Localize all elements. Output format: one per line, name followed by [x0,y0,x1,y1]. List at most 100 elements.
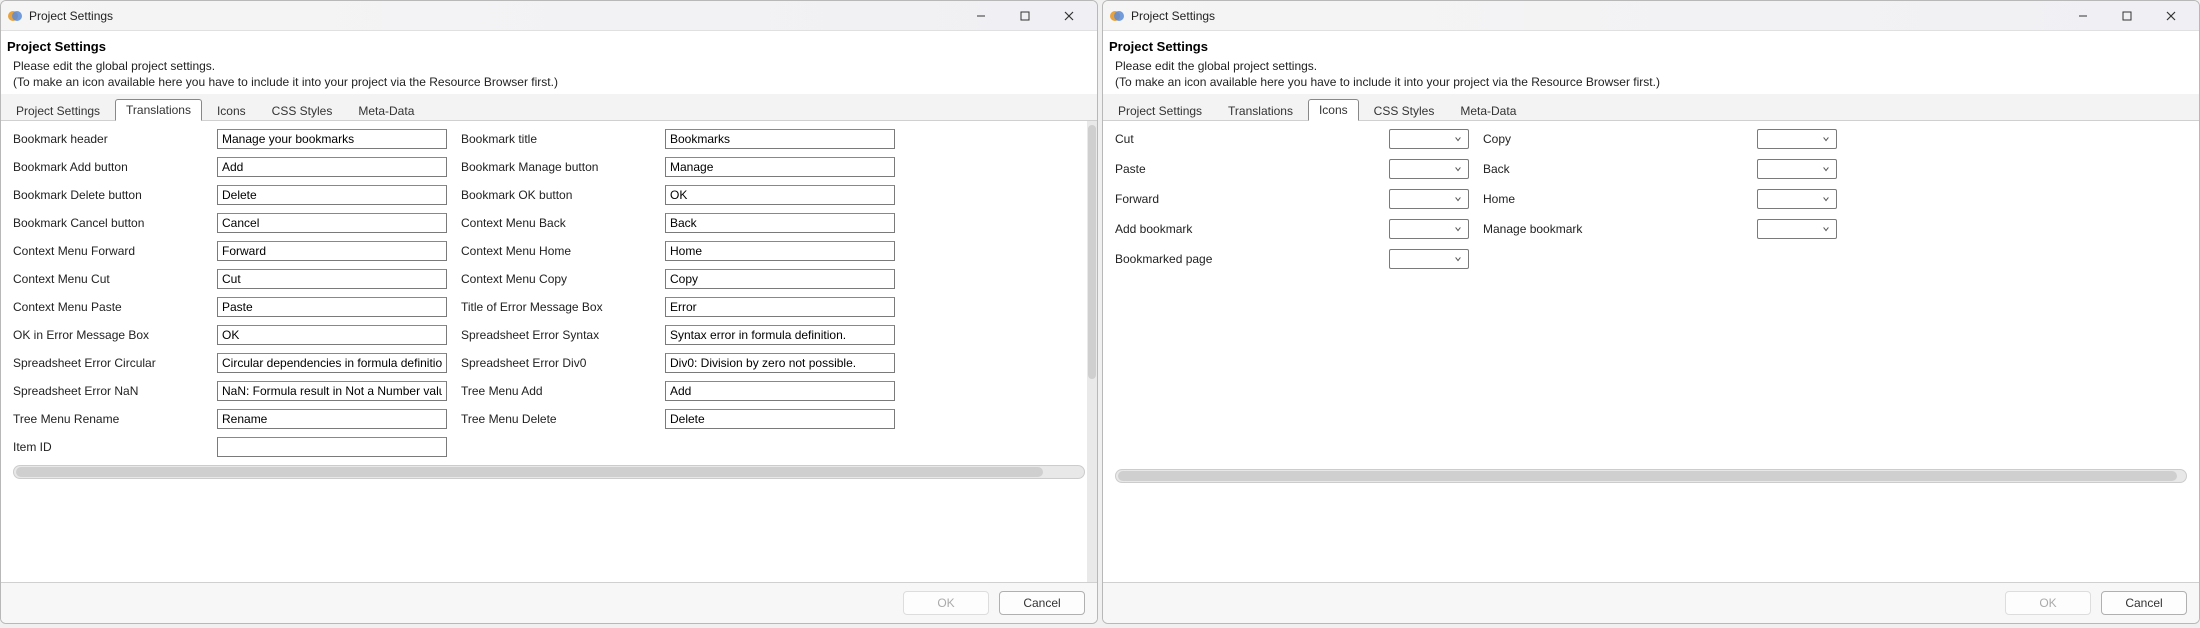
titlebar[interactable]: Project Settings [1,1,1097,31]
icon-label: Manage bookmark [1483,222,1743,236]
minimize-button[interactable] [959,2,1003,30]
field-input[interactable] [217,353,447,373]
field-label: Spreadsheet Error NaN [13,384,203,398]
scrollbar-thumb[interactable] [1118,471,2177,481]
tab-icons[interactable]: Icons [1308,99,1359,121]
field-input[interactable] [665,157,895,177]
icon-select[interactable] [1389,219,1469,239]
page-title: Project Settings [1109,37,2193,58]
field-input[interactable] [217,381,447,401]
bottom-bar: OK Cancel [1,582,1097,623]
field-input[interactable] [217,241,447,261]
field-label: Context Menu Copy [461,272,651,286]
tab-translations[interactable]: Translations [115,99,202,121]
close-button[interactable] [2149,2,2193,30]
tab-meta-data[interactable]: Meta-Data [347,100,425,121]
field-input[interactable] [665,381,895,401]
field-input[interactable] [665,409,895,429]
field-input[interactable] [217,129,447,149]
vertical-scrollbar[interactable] [1087,121,1097,582]
page-subtext-1: Please edit the global project settings. [7,58,1091,74]
icon-label: Copy [1483,132,1743,146]
icon-label: Add bookmark [1115,222,1375,236]
tab-css-styles[interactable]: CSS Styles [1363,100,1446,121]
field-input[interactable] [665,129,895,149]
page-title: Project Settings [7,37,1091,58]
field-input[interactable] [217,157,447,177]
icon-label: Cut [1115,132,1375,146]
field-input[interactable] [665,269,895,289]
field-input[interactable] [217,297,447,317]
close-button[interactable] [1047,2,1091,30]
icon-select[interactable] [1389,159,1469,179]
icon-select[interactable] [1757,129,1837,149]
content-icons: CutCopyPasteBackForwardHomeAdd bookmarkM… [1103,121,2199,582]
tab-project-settings[interactable]: Project Settings [1107,100,1213,121]
icon-select[interactable] [1389,249,1469,269]
field-input[interactable] [665,213,895,233]
icon-select[interactable] [1389,189,1469,209]
field-label: Spreadsheet Error Circular [13,356,203,370]
icon-label: Paste [1115,162,1375,176]
field-input[interactable] [217,409,447,429]
tab-meta-data[interactable]: Meta-Data [1449,100,1527,121]
field-label: Context Menu Paste [13,300,203,314]
field-input[interactable] [217,213,447,233]
icon-label: Home [1483,192,1743,206]
maximize-button[interactable] [2105,2,2149,30]
field-input[interactable] [665,297,895,317]
field-input[interactable] [217,437,447,457]
titlebar[interactable]: Project Settings [1103,1,2199,31]
field-label: Title of Error Message Box [461,300,651,314]
page-subtext-2: (To make an icon available here you have… [1109,74,2193,90]
field-label: Context Menu Back [461,216,651,230]
app-icon [7,8,23,24]
minimize-button[interactable] [2061,2,2105,30]
ok-button[interactable]: OK [903,591,989,615]
window-translations: Project Settings Project Settings Please… [0,0,1098,624]
window-title: Project Settings [1131,9,2061,23]
field-label: Bookmark header [13,132,203,146]
field-input[interactable] [217,269,447,289]
field-label: Bookmark OK button [461,188,651,202]
bottom-bar: OK Cancel [1103,582,2199,623]
horizontal-scrollbar[interactable] [1115,469,2187,483]
content-translations: Bookmark headerBookmark titleBookmark Ad… [1,121,1097,582]
page-subtext-2: (To make an icon available here you have… [7,74,1091,90]
field-label: Context Menu Cut [13,272,203,286]
tab-css-styles[interactable]: CSS Styles [261,100,344,121]
tab-project-settings[interactable]: Project Settings [5,100,111,121]
field-input[interactable] [217,325,447,345]
field-input[interactable] [665,353,895,373]
window-icons: Project Settings Project Settings Please… [1102,0,2200,624]
field-label: Tree Menu Add [461,384,651,398]
cancel-button[interactable]: Cancel [999,591,1085,615]
field-input[interactable] [217,185,447,205]
maximize-button[interactable] [1003,2,1047,30]
window-controls [959,2,1091,30]
window-controls [2061,2,2193,30]
icons-grid: CutCopyPasteBackForwardHomeAdd bookmarkM… [1115,129,2187,269]
field-label: Tree Menu Delete [461,412,651,426]
field-label: Bookmark Add button [13,160,203,174]
tab-translations[interactable]: Translations [1217,100,1304,121]
horizontal-scrollbar[interactable] [13,465,1085,479]
field-input[interactable] [665,325,895,345]
icon-select[interactable] [1757,159,1837,179]
tab-icons[interactable]: Icons [206,100,257,121]
scrollbar-thumb[interactable] [16,467,1043,477]
field-label: Spreadsheet Error Div0 [461,356,651,370]
scrollbar-thumb[interactable] [1088,125,1096,378]
field-label: Bookmark Manage button [461,160,651,174]
icon-select[interactable] [1757,189,1837,209]
field-label: Context Menu Home [461,244,651,258]
icon-select[interactable] [1757,219,1837,239]
icon-select[interactable] [1389,129,1469,149]
field-input[interactable] [665,185,895,205]
cancel-button[interactable]: Cancel [2101,591,2187,615]
ok-button[interactable]: OK [2005,591,2091,615]
header-section: Project Settings Please edit the global … [1103,31,2199,90]
field-input[interactable] [665,241,895,261]
app-icon [1109,8,1125,24]
field-label: OK in Error Message Box [13,328,203,342]
